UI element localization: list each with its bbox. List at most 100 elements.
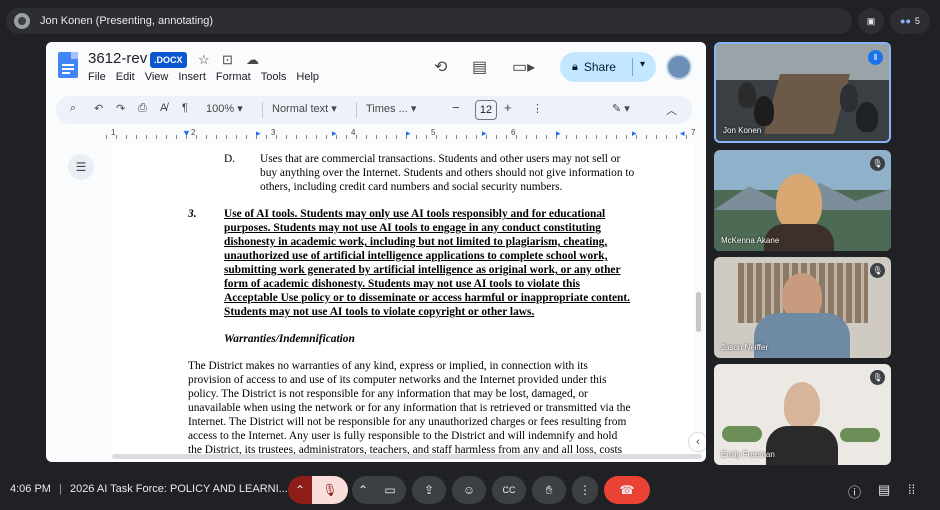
participant-name: Jon Konen xyxy=(723,126,762,135)
menu-file[interactable]: File xyxy=(88,71,106,83)
account-avatar[interactable] xyxy=(666,54,692,80)
ruler-tick xyxy=(536,135,537,139)
menu-insert[interactable]: Insert xyxy=(178,71,206,83)
microphone-toggle-icon[interactable]: 🎙︎ xyxy=(312,476,348,504)
editing-mode-icon[interactable]: ✎ ▾ xyxy=(612,102,630,115)
menu-view[interactable]: View xyxy=(145,71,169,83)
ruler-number: 6 xyxy=(511,128,516,137)
people-icon: ●● xyxy=(900,16,911,26)
paint-format-icon[interactable]: ¶ xyxy=(182,102,188,114)
ruler-tick xyxy=(246,135,247,139)
share-divider xyxy=(632,58,633,76)
redo-icon[interactable]: ↷ xyxy=(116,102,125,115)
ruler-tick xyxy=(466,135,467,139)
participant-shoulders xyxy=(754,313,850,358)
ruler-tick xyxy=(576,135,577,139)
menu-help[interactable]: Help xyxy=(296,71,319,83)
menu-tools[interactable]: Tools xyxy=(261,71,287,83)
ruler-tick xyxy=(446,135,447,139)
increase-font-button[interactable]: + xyxy=(504,100,512,115)
ruler-tick xyxy=(216,135,217,139)
more-options-icon[interactable]: ⋮ xyxy=(572,476,598,504)
meeting-info-icon[interactable]: ⓘ xyxy=(848,482,861,501)
more-options-icon[interactable]: ⋮ xyxy=(532,102,543,115)
collapse-menus-icon[interactable]: ︿ xyxy=(666,102,677,118)
zoom-value: 100% xyxy=(206,103,235,115)
paragraph-line: policy. The District is not responsible … xyxy=(188,388,588,400)
leave-call-icon[interactable]: ☎︎ xyxy=(604,476,650,504)
menu-edit[interactable]: Edit xyxy=(116,71,135,83)
camera-options-button[interactable]: ⌃ xyxy=(352,476,374,504)
search-icon[interactable]: ⌕ xyxy=(70,102,76,115)
share-button[interactable]: 🔒︎ Share ▾ xyxy=(560,52,656,82)
raise-hand-icon[interactable]: ✋︎ xyxy=(532,476,566,504)
paragraph-line: Uses that are commercial transactions. S… xyxy=(260,153,621,165)
ruler-tick xyxy=(526,135,527,139)
ruler-tick xyxy=(296,135,297,139)
ruler-tick xyxy=(416,135,417,139)
ruler-tick xyxy=(206,135,207,139)
collapse-side-panel-icon[interactable]: ‹ xyxy=(688,432,706,452)
font-size-input[interactable]: 12 xyxy=(475,100,497,120)
font-select[interactable]: Times ... ▾ xyxy=(366,102,416,115)
comments-icon[interactable]: ▤ xyxy=(472,57,487,77)
presenter-title: Jon Konen (Presenting, annotating) xyxy=(40,15,214,27)
decrease-font-button[interactable]: − xyxy=(452,100,460,115)
speaking-icon: ⦀ xyxy=(868,50,883,65)
ruler-tick xyxy=(406,135,407,139)
ruler-tick xyxy=(176,135,177,139)
meet-call-icon[interactable]: ▭▸ xyxy=(512,57,535,77)
participant-name: McKenna Akane xyxy=(721,236,780,245)
stop-presenting-icon[interactable]: ▣ xyxy=(858,8,884,34)
participant-tile[interactable]: 🎙︎ Emily Freeman xyxy=(714,364,891,465)
camera-toggle-icon[interactable]: ▭ xyxy=(374,476,406,504)
emoji-reactions-icon[interactable]: ☺ xyxy=(452,476,486,504)
ruler-tick xyxy=(316,135,317,139)
plant-decoration xyxy=(840,428,880,442)
ruler-tick xyxy=(586,135,587,139)
style-select[interactable]: Normal text ▾ xyxy=(272,102,337,115)
undo-icon[interactable]: ↶ xyxy=(94,102,103,115)
ruler-tick xyxy=(166,135,167,139)
ai-policy-line: form of academic dishonesty. Students ma… xyxy=(224,278,580,290)
right-indent-icon[interactable]: ◂ xyxy=(680,128,685,139)
participants-button[interactable]: ●● 5 xyxy=(890,8,930,34)
doc-title[interactable]: 3612-rev xyxy=(88,50,147,67)
cloud-status-icon[interactable]: ☁ xyxy=(246,52,259,68)
paragraph-line: Internet. The District will not be respo… xyxy=(188,416,627,428)
ruler-tick xyxy=(556,135,557,139)
ruler[interactable]: 1 2 3 4 5 6 7 ▼ ▸ ▸ ▸ ▸ ▸ ▸ ◂ xyxy=(106,128,696,142)
activities-icon[interactable]: ⁞⁞ xyxy=(908,482,915,497)
print-icon[interactable]: ⎙ xyxy=(138,102,147,115)
spellcheck-icon[interactable]: A̸ xyxy=(160,102,167,114)
ruler-tick xyxy=(456,135,457,139)
star-icon[interactable]: ☆ xyxy=(198,52,210,68)
ruler-tick xyxy=(356,135,357,139)
share-dropdown-icon[interactable]: ▾ xyxy=(640,59,645,70)
ruler-tick xyxy=(256,135,257,139)
muted-mic-icon: 🎙︎ xyxy=(870,263,885,278)
participant-tile[interactable]: 🎙︎ Jason Neiffer xyxy=(714,257,891,358)
ruler-tick xyxy=(566,135,567,139)
participant-tile[interactable]: ⦀ Jon Konen xyxy=(714,42,891,143)
horizontal-scrollbar[interactable] xyxy=(112,454,702,459)
present-screen-icon[interactable]: ⇪ xyxy=(412,476,446,504)
ruler-tick xyxy=(196,135,197,139)
document-outline-icon[interactable]: ☰ xyxy=(68,154,94,180)
captions-icon[interactable]: CC xyxy=(492,476,526,504)
menu-format[interactable]: Format xyxy=(216,71,251,83)
ruler-tick xyxy=(496,135,497,139)
participant-tile[interactable]: 🎙︎ McKenna Akane xyxy=(714,150,891,251)
move-folder-icon[interactable]: ⊡ xyxy=(222,52,233,68)
version-history-icon[interactable]: ⟲ xyxy=(434,57,447,77)
document-page[interactable]: D. Uses that are commercial transactions… xyxy=(112,144,694,462)
ruler-tick xyxy=(376,135,377,139)
paragraph-line: buy anything over the Internet. Students… xyxy=(260,167,635,179)
zoom-select[interactable]: 100% ▾ xyxy=(206,102,243,115)
mic-options-button[interactable]: ⌃ xyxy=(288,476,312,504)
vertical-scrollbar[interactable] xyxy=(696,292,701,332)
muted-mic-icon: 🎙︎ xyxy=(870,370,885,385)
ruler-tick xyxy=(626,135,627,139)
attendee-figure xyxy=(754,96,774,126)
chat-icon[interactable]: ▤ xyxy=(878,482,890,498)
